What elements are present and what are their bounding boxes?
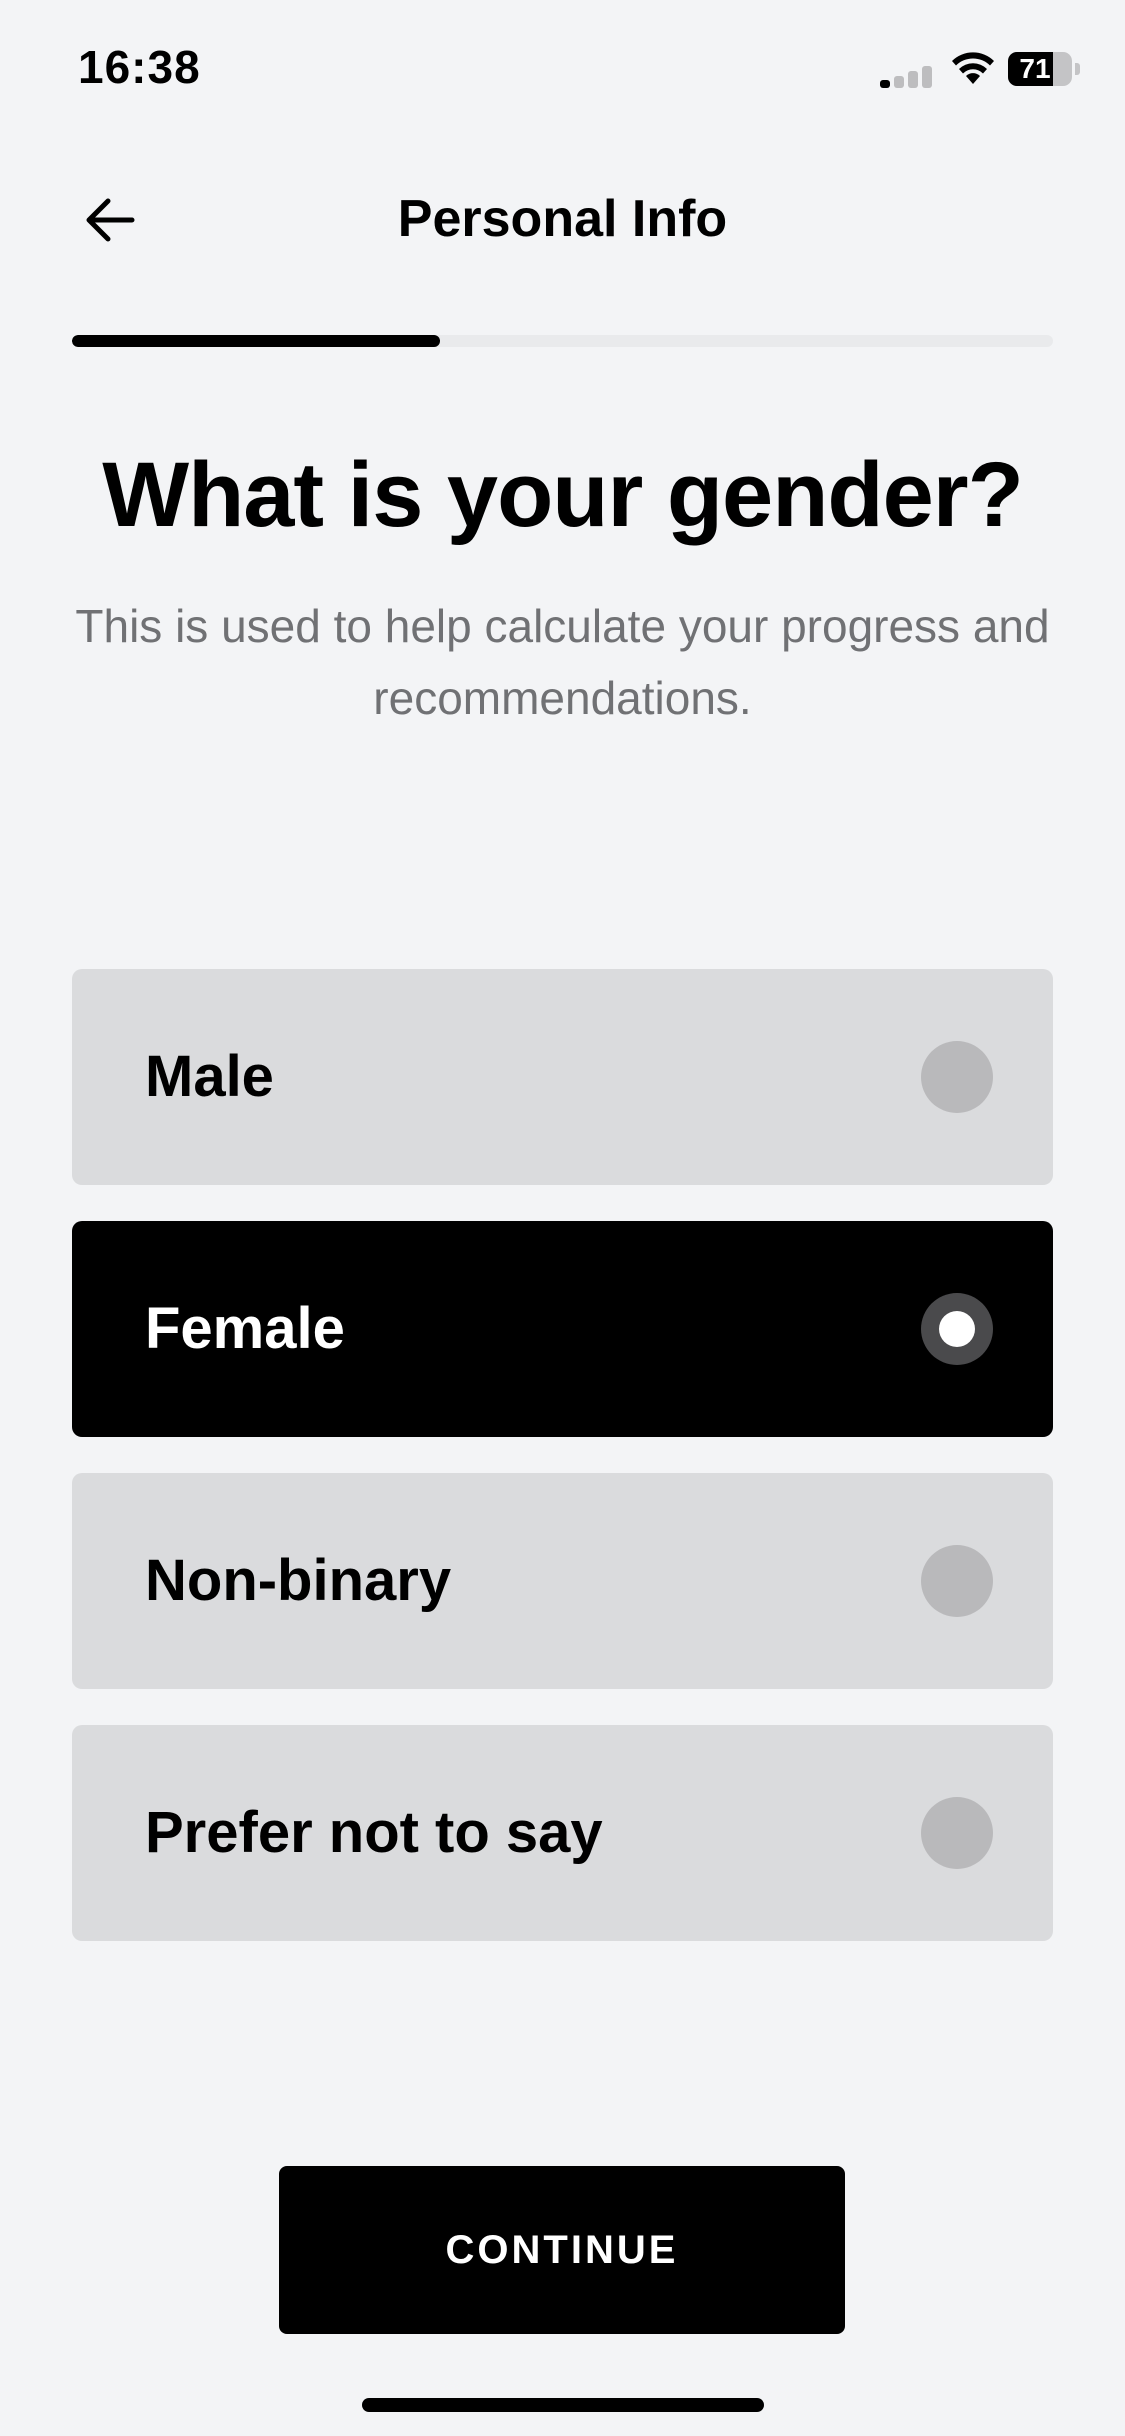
option-female[interactable]: Female bbox=[72, 1221, 1053, 1437]
question-heading: What is your gender? bbox=[102, 444, 1024, 546]
radio-button[interactable] bbox=[921, 1041, 993, 1113]
status-time: 16:38 bbox=[78, 41, 201, 93]
option-male[interactable]: Male bbox=[72, 969, 1053, 1185]
option-label: Female bbox=[145, 1296, 345, 1361]
radio-button[interactable] bbox=[921, 1797, 993, 1869]
signal-bar bbox=[908, 71, 918, 88]
progress-fill bbox=[72, 335, 440, 347]
wifi-icon bbox=[950, 50, 996, 86]
question-subtitle: This is used to help calculate your prog… bbox=[75, 600, 1050, 724]
signal-bar bbox=[922, 66, 932, 88]
radio-button[interactable] bbox=[921, 1545, 993, 1617]
gender-options: Male Female Non-binary Prefer not to say bbox=[72, 969, 1053, 1977]
radio-button[interactable] bbox=[921, 1293, 993, 1365]
battery-body: 71 bbox=[1008, 52, 1072, 86]
screen: 16:38 71 Personal Info What is your gend… bbox=[0, 0, 1125, 2436]
radio-selected-dot bbox=[939, 1311, 975, 1347]
status-bar: 16:38 71 bbox=[0, 0, 1125, 140]
cellular-signal-icon bbox=[880, 64, 934, 88]
option-non-binary[interactable]: Non-binary bbox=[72, 1473, 1053, 1689]
option-prefer-not-to-say[interactable]: Prefer not to say bbox=[72, 1725, 1053, 1941]
page-title: Personal Info bbox=[397, 190, 728, 248]
option-label: Prefer not to say bbox=[145, 1800, 603, 1865]
battery-level: 71 bbox=[1019, 53, 1051, 84]
option-label: Non-binary bbox=[145, 1548, 452, 1613]
signal-bar bbox=[894, 76, 904, 88]
option-label: Male bbox=[145, 1044, 274, 1109]
signal-bar bbox=[880, 80, 890, 88]
battery-nub bbox=[1075, 63, 1080, 75]
continue-button[interactable]: CONTINUE bbox=[279, 2166, 845, 2334]
home-indicator bbox=[362, 2398, 764, 2412]
onboarding-progress-bar bbox=[72, 335, 1053, 347]
battery-icon: 71 bbox=[1008, 52, 1082, 86]
